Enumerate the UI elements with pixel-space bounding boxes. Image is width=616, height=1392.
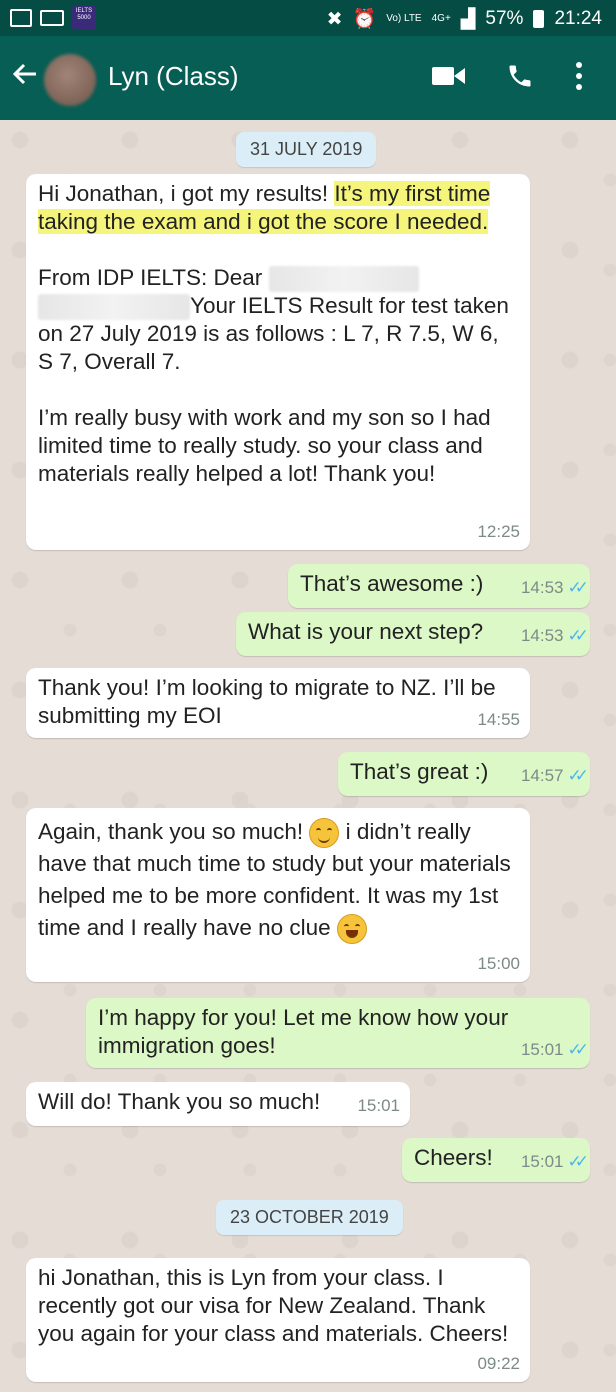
network-type-indicator: 4G+ [431, 13, 451, 24]
smiling-face-emoji-icon [309, 818, 340, 849]
chat-area[interactable]: 31 JULY 2019 Hi Jonathan, i got my resul… [0, 120, 616, 1392]
message-time: 14:53 ✓✓ [520, 578, 589, 597]
redacted-name [38, 294, 190, 321]
status-bar: IELTS 5000 ✖ ⏰ Vo) LTE 4G+ ▟ 57% 21:24 [0, 0, 616, 36]
message-text: Cheers! [414, 1145, 493, 1170]
message-bubble-incoming[interactable]: Hi Jonathan, i got my results! It’s my f… [26, 174, 530, 550]
chat-header: Lyn (Class) [0, 36, 616, 120]
date-separator: 31 JULY 2019 [236, 132, 377, 167]
laughing-face-emoji-icon [336, 914, 367, 945]
message-text: hi Jonathan, this is Lyn from your class… [38, 1265, 509, 1346]
message-bubble-incoming[interactable]: Will do! Thank you so much! 15:01 [26, 1082, 410, 1126]
message-bubble-outgoing[interactable]: What is your next step? 14:53 ✓✓ [236, 612, 590, 656]
avatar[interactable] [44, 54, 96, 106]
clock: 21:24 [554, 8, 602, 29]
message-text: Thank you! I’m looking to migrate to NZ.… [38, 675, 496, 728]
video-call-icon[interactable] [432, 64, 466, 88]
message-text: Again, thank you so much! i didn’t reall… [38, 816, 518, 945]
read-receipt-icon: ✓✓ [567, 626, 589, 645]
message-time: 15:00 [477, 954, 520, 973]
read-receipt-icon: ✓✓ [567, 766, 589, 785]
message-bubble-incoming[interactable]: Thank you! I’m looking to migrate to NZ.… [26, 668, 530, 738]
message-text: What is your next step? [248, 619, 484, 644]
redacted-name [268, 266, 419, 293]
back-arrow-icon[interactable] [12, 60, 38, 92]
contact-name[interactable]: Lyn (Class) [108, 61, 239, 92]
message-bubble-incoming[interactable]: hi Jonathan, this is Lyn from your class… [26, 1258, 530, 1382]
message-bubble-outgoing[interactable]: That’s great :) 14:57 ✓✓ [338, 752, 590, 796]
read-receipt-icon: ✓✓ [567, 578, 589, 597]
message-bubble-outgoing[interactable]: That’s awesome :) 14:53 ✓✓ [288, 564, 590, 608]
battery-percent: 57% [485, 8, 524, 29]
date-separator: 23 OCTOBER 2019 [216, 1200, 403, 1235]
gallery-notification-icon [10, 9, 32, 27]
message-time: 14:55 [477, 710, 520, 729]
message-text: I’m really busy with work and my son so … [38, 405, 491, 487]
ielts-app-icon: IELTS 5000 [72, 6, 96, 30]
message-text: Hi Jonathan, i got my results! It’s my f… [38, 181, 491, 234]
message-time: 15:01 ✓✓ [520, 1152, 589, 1171]
battery-icon [533, 10, 545, 28]
message-text: From IDP IELTS: Dear Your IELTS Result f… [38, 265, 509, 375]
screen-notification-icon [40, 10, 64, 26]
message-time: 09:22 [477, 1354, 520, 1373]
message-time: 14:57 ✓✓ [520, 766, 589, 785]
message-time: 14:53 ✓✓ [520, 626, 589, 645]
message-bubble-incoming[interactable]: Again, thank you so much! i didn’t reall… [26, 808, 530, 982]
message-time: 15:01 ✓✓ [520, 1040, 589, 1059]
message-text: I’m happy for you! Let me know how your … [98, 1005, 509, 1058]
phone-icon[interactable] [506, 62, 534, 90]
message-text: That’s awesome :) [300, 571, 484, 596]
read-receipt-icon: ✓✓ [567, 1040, 589, 1059]
signal-icon: ▟ [460, 8, 476, 30]
message-time: 15:01 [357, 1096, 400, 1115]
message-text: That’s great :) [350, 759, 489, 784]
read-receipt-icon: ✓✓ [567, 1152, 589, 1171]
message-bubble-outgoing[interactable]: I’m happy for you! Let me know how your … [86, 998, 590, 1068]
more-options-icon[interactable] [574, 61, 584, 91]
message-bubble-outgoing[interactable]: Cheers! 15:01 ✓✓ [402, 1138, 590, 1182]
mute-icon: ✖ [326, 8, 343, 30]
message-time: 12:25 [477, 522, 520, 541]
message-text: Will do! Thank you so much! [38, 1089, 321, 1114]
alarm-icon: ⏰ [352, 9, 377, 30]
volte-indicator: Vo) LTE [386, 13, 422, 24]
